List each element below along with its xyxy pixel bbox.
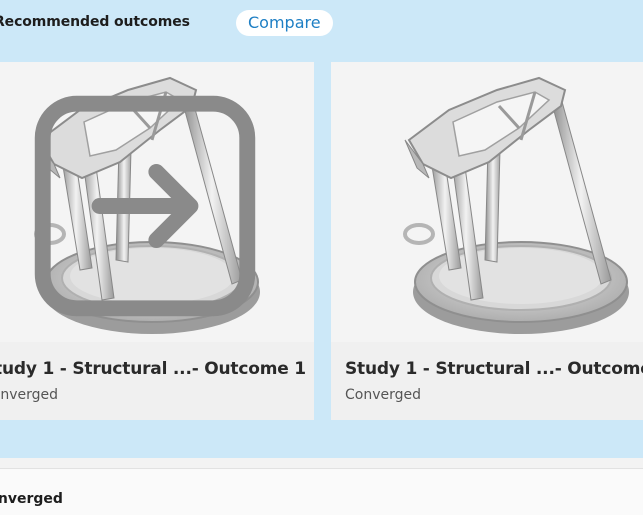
recommended-outcomes-panel: Recommended outcomes Compare Study 1 - S… (0, 0, 643, 458)
outcome-card[interactable]: Study 1 - Structural ...- Outcome 2 Conv… (331, 62, 643, 420)
outcome-card[interactable]: Study 1 - Structural ...- Outcome 1 Conv… (0, 62, 314, 420)
outcome-title: Study 1 - Structural ...- Outcome 1 (0, 359, 306, 379)
model-render-image (403, 76, 629, 334)
outcome-thumbnail (0, 62, 314, 342)
outcome-list-section: Converged (0, 468, 643, 515)
panel-header: Recommended outcomes Compare (0, 0, 643, 46)
compare-button[interactable]: Compare (236, 10, 333, 36)
outcome-status: Converged (345, 387, 422, 403)
section-status-label: Converged (0, 491, 63, 507)
outcomes-view: Recommended outcomes Compare Study 1 - S… (0, 0, 643, 515)
outcome-status: Converged (0, 387, 59, 403)
open-outcome-icon[interactable] (20, 70, 270, 342)
panel-title: Recommended outcomes (0, 14, 190, 30)
outcome-thumbnail (331, 62, 643, 342)
outcome-title: Study 1 - Structural ...- Outcome 2 (345, 359, 643, 379)
